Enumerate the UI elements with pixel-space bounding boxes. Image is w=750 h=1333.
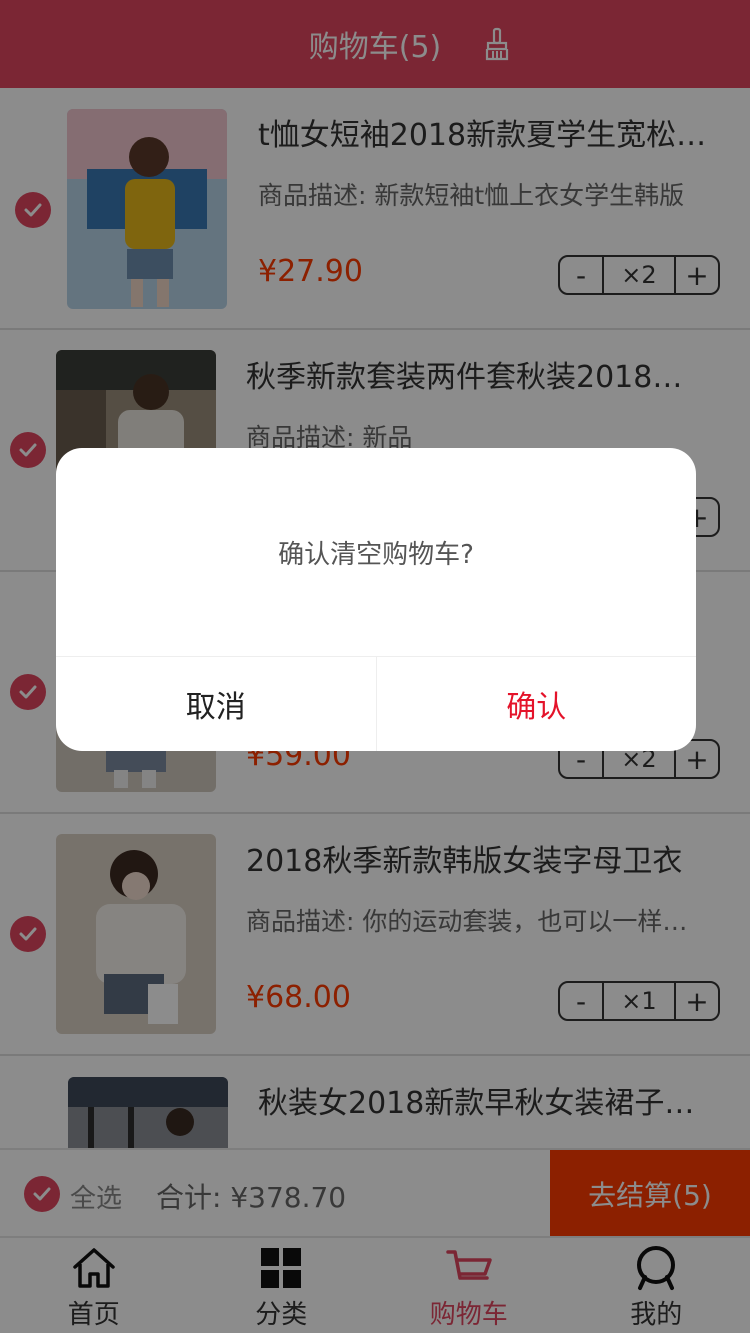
cancel-button[interactable]: 取消 [56,657,377,751]
confirm-button[interactable]: 确认 [377,657,697,751]
dialog-actions: 取消 确认 [56,656,696,751]
confirm-dialog: 确认清空购物车? 取消 确认 [56,448,696,751]
dialog-message: 确认清空购物车? [278,539,474,570]
